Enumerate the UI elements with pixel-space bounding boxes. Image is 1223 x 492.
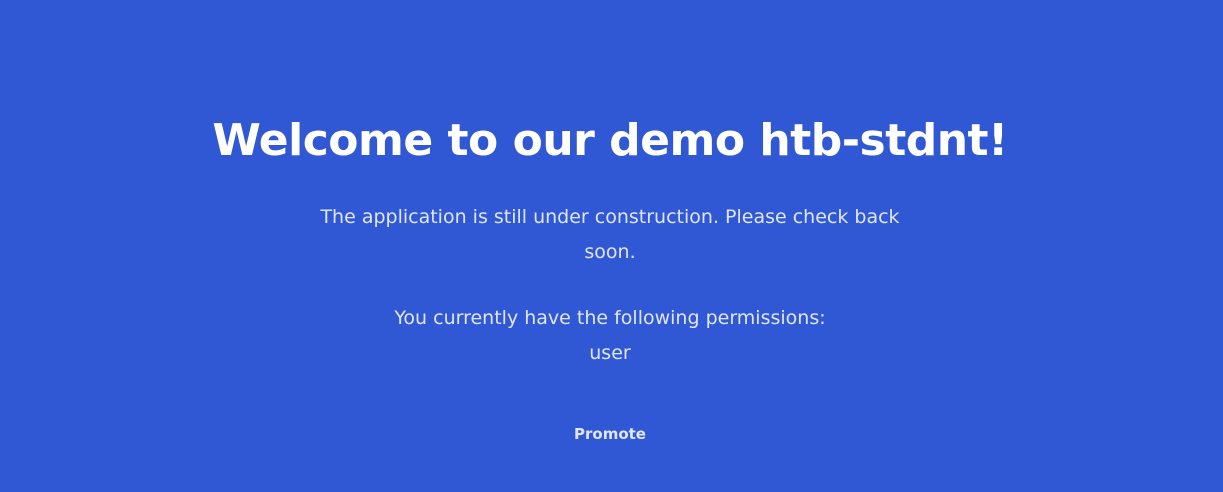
welcome-title: Welcome to our demo htb-stdnt! [212, 115, 1008, 166]
promote-button[interactable]: Promote [560, 420, 660, 448]
permissions-label: You currently have the following permiss… [394, 307, 826, 329]
page: Welcome to our demo htb-stdnt! The appli… [0, 0, 1223, 492]
construction-message: The application is still under construct… [320, 206, 900, 263]
permissions-value: user [589, 342, 631, 364]
